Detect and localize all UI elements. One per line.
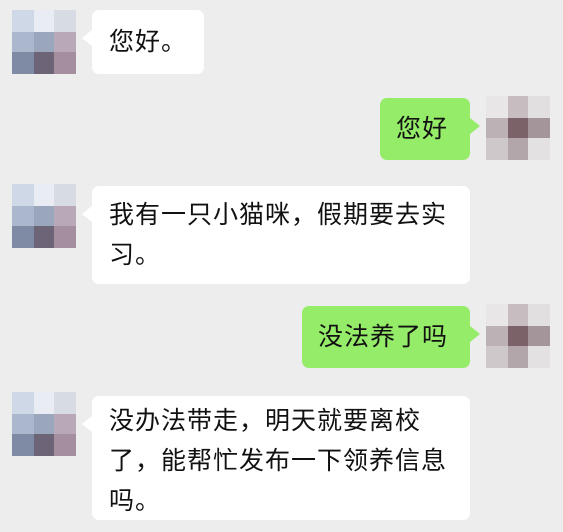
message-bubble-outgoing[interactable]: 没法养了吗 [302, 306, 480, 368]
message-text: 我有一只小猫咪，假期要去实习。 [109, 200, 448, 269]
message-bubble-incoming[interactable]: 没办法带走，明天就要离校了，能帮忙发布一下领养信息吗。 [82, 396, 470, 520]
contact-avatar[interactable] [12, 10, 76, 74]
message-text: 没办法带走，明天就要离校了，能帮忙发布一下领养信息吗。 [109, 406, 448, 515]
message-text: 您好。 [109, 27, 188, 56]
user-avatar[interactable] [486, 304, 550, 368]
message-bubble-incoming[interactable]: 您好。 [82, 10, 204, 74]
contact-avatar[interactable] [12, 392, 76, 456]
message-bubble-outgoing[interactable]: 您好 [380, 98, 480, 160]
message-bubble-incoming[interactable]: 我有一只小猫咪，假期要去实习。 [82, 186, 470, 284]
message-text: 您好 [396, 114, 449, 143]
contact-avatar[interactable] [12, 184, 76, 248]
user-avatar[interactable] [486, 96, 550, 160]
message-text: 没法养了吗 [318, 322, 449, 351]
